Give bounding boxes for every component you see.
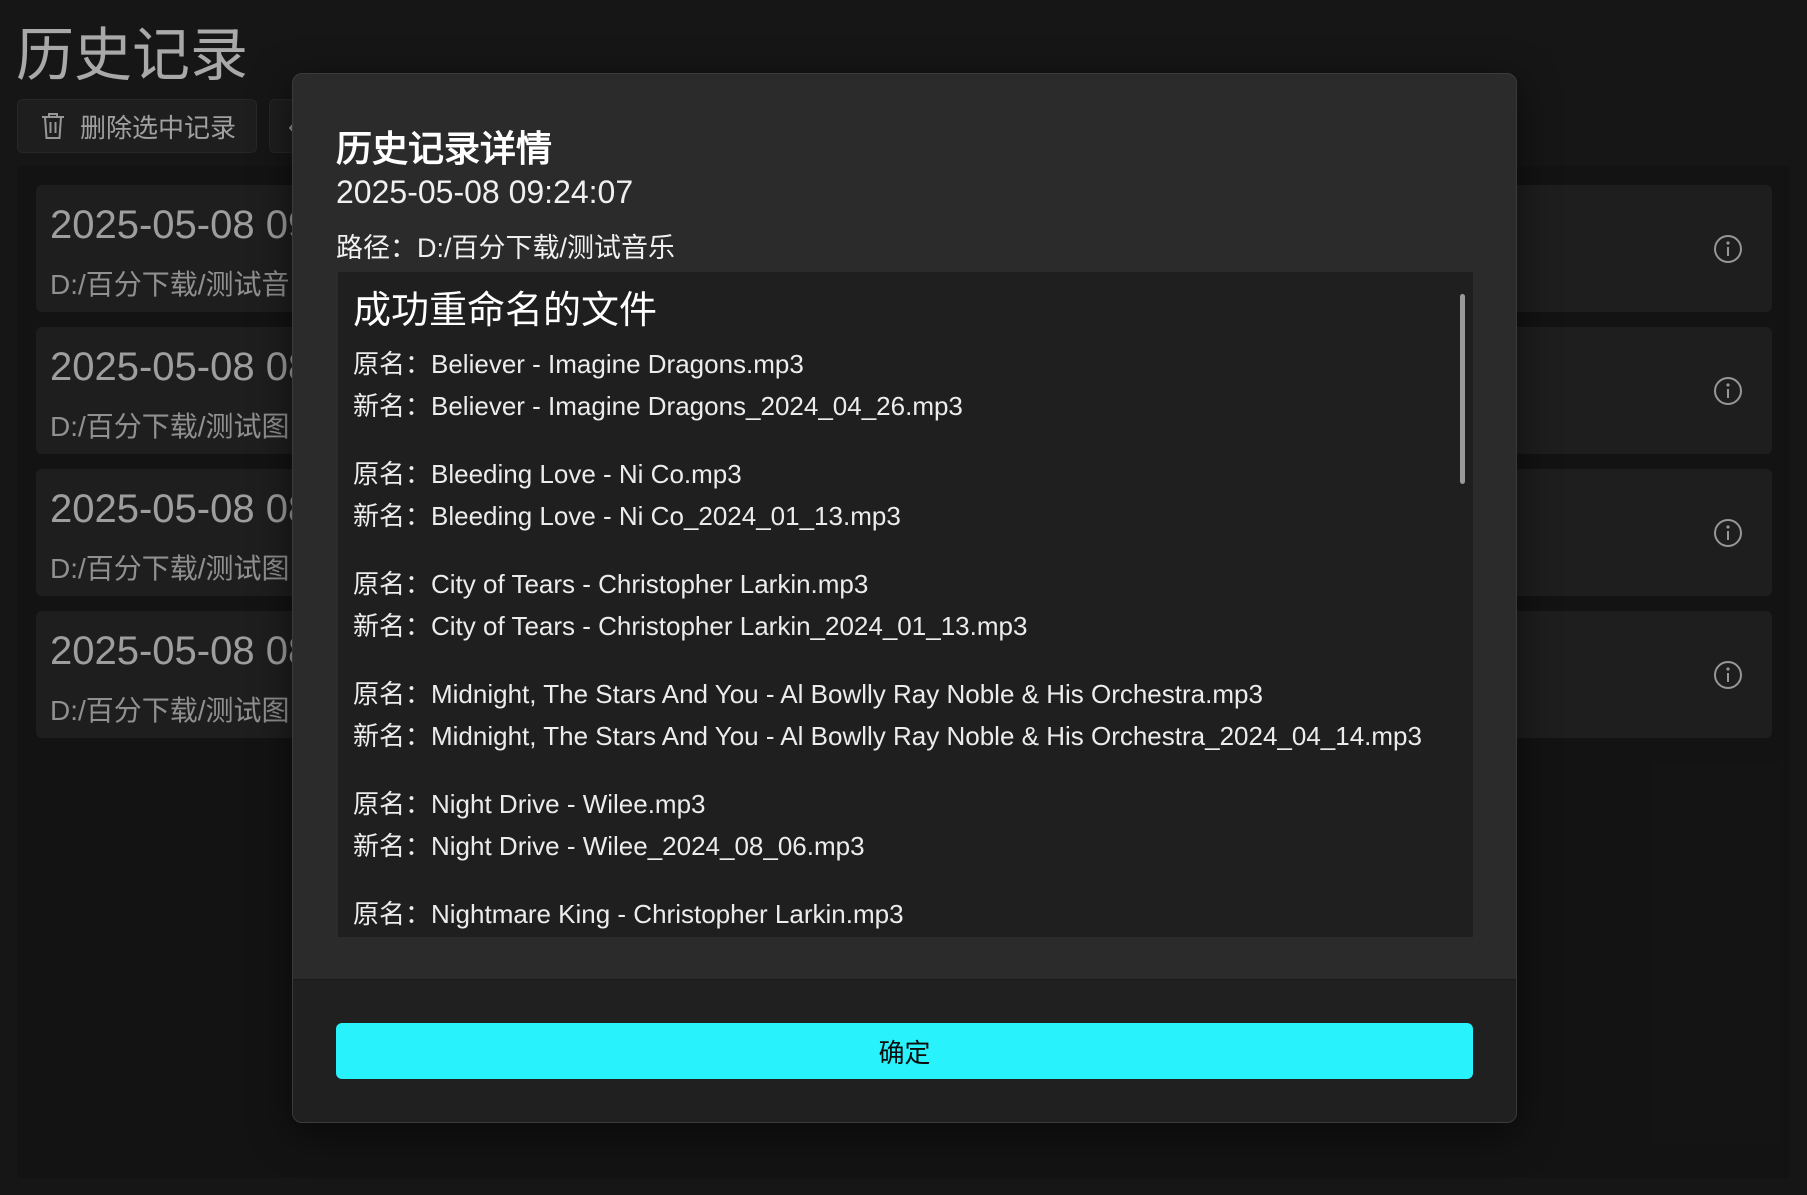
- dialog-path: 路径：D:/百分下载/测试音乐: [336, 233, 676, 263]
- new-name: 新名：Night Drive - Wilee_2024_08_06.mp3: [353, 831, 865, 861]
- ok-button[interactable]: 确定: [336, 1023, 1473, 1079]
- list-item: 原名：Nightmare King - Christopher Larkin.m…: [353, 893, 1443, 935]
- original-name: 原名：Bleeding Love - Ni Co.mp3: [353, 459, 742, 489]
- list-item: 原名：Night Drive - Wilee.mp3 新名：Night Driv…: [353, 783, 1443, 867]
- new-name: 新名：Midnight, The Stars And You - Al Bowl…: [353, 721, 1422, 751]
- original-name: 原名：Believer - Imagine Dragons.mp3: [353, 349, 804, 379]
- new-name: 新名：Believer - Imagine Dragons_2024_04_26…: [353, 391, 963, 421]
- new-name: 新名：Bleeding Love - Ni Co_2024_01_13.mp3: [353, 501, 901, 531]
- original-name: 原名：Night Drive - Wilee.mp3: [353, 789, 706, 819]
- list-item: 原名：Believer - Imagine Dragons.mp3 新名：Bel…: [353, 343, 1443, 427]
- list-item: 原名：City of Tears - Christopher Larkin.mp…: [353, 563, 1443, 647]
- original-name: 原名：City of Tears - Christopher Larkin.mp…: [353, 569, 869, 599]
- list-item: 原名：Midnight, The Stars And You - Al Bowl…: [353, 673, 1443, 757]
- scrollbar-thumb[interactable]: [1460, 294, 1465, 484]
- history-detail-dialog: 历史记录详情 2025-05-08 09:24:07 路径：D:/百分下载/测试…: [292, 73, 1517, 1123]
- dialog-title: 历史记录详情: [336, 128, 553, 169]
- dialog-footer: 确定: [293, 979, 1516, 1122]
- section-heading: 成功重命名的文件: [353, 290, 658, 332]
- renamed-files-list[interactable]: 成功重命名的文件 原名：Believer - Imagine Dragons.m…: [338, 272, 1473, 937]
- original-name: 原名：Midnight, The Stars And You - Al Bowl…: [353, 679, 1263, 709]
- original-name: 原名：Nightmare King - Christopher Larkin.m…: [353, 899, 904, 929]
- new-name: 新名：City of Tears - Christopher Larkin_20…: [353, 611, 1028, 641]
- dialog-timestamp: 2025-05-08 09:24:07: [336, 174, 634, 210]
- list-item: 原名：Bleeding Love - Ni Co.mp3 新名：Bleeding…: [353, 453, 1443, 537]
